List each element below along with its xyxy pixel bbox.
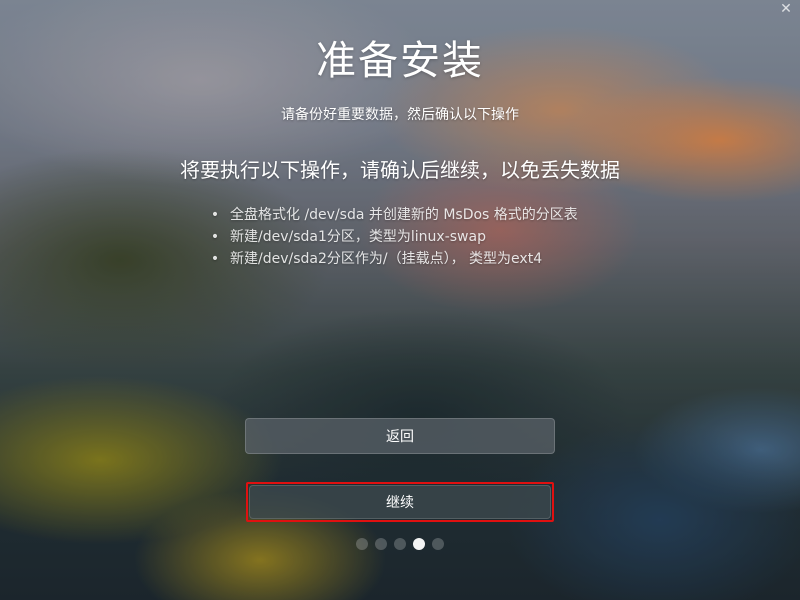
list-item: • 新建/dev/sda2分区作为/（挂载点）， 类型为ext4 [210,248,578,270]
operations-heading: 将要执行以下操作，请确认后继续，以免丢失数据 [180,158,620,182]
page-subtitle: 请备份好重要数据，然后确认以下操作 [281,107,519,123]
close-icon[interactable]: ✕ [776,0,796,18]
bullet-icon: • [210,207,220,223]
operations-list: • 全盘格式化 /dev/sda 并创建新的 MsDos 格式的分区表 • 新建… [210,204,578,270]
page-indicator-dot [394,538,406,550]
bullet-icon: • [210,251,220,267]
page-title: 准备安装 [316,38,484,84]
page-indicator-dot [413,538,425,550]
page-indicator [356,538,444,550]
bullet-icon: • [210,229,220,245]
continue-button[interactable]: 继续 [249,485,551,519]
page-indicator-dot [356,538,368,550]
page-indicator-dot [432,538,444,550]
operation-text: 新建/dev/sda1分区，类型为linux-swap [230,229,486,245]
list-item: • 新建/dev/sda1分区，类型为linux-swap [210,226,578,248]
operation-text: 全盘格式化 /dev/sda 并创建新的 MsDos 格式的分区表 [230,207,578,223]
list-item: • 全盘格式化 /dev/sda 并创建新的 MsDos 格式的分区表 [210,204,578,226]
page-indicator-dot [375,538,387,550]
operation-text: 新建/dev/sda2分区作为/（挂载点）， 类型为ext4 [230,251,543,267]
back-button[interactable]: 返回 [245,418,555,454]
